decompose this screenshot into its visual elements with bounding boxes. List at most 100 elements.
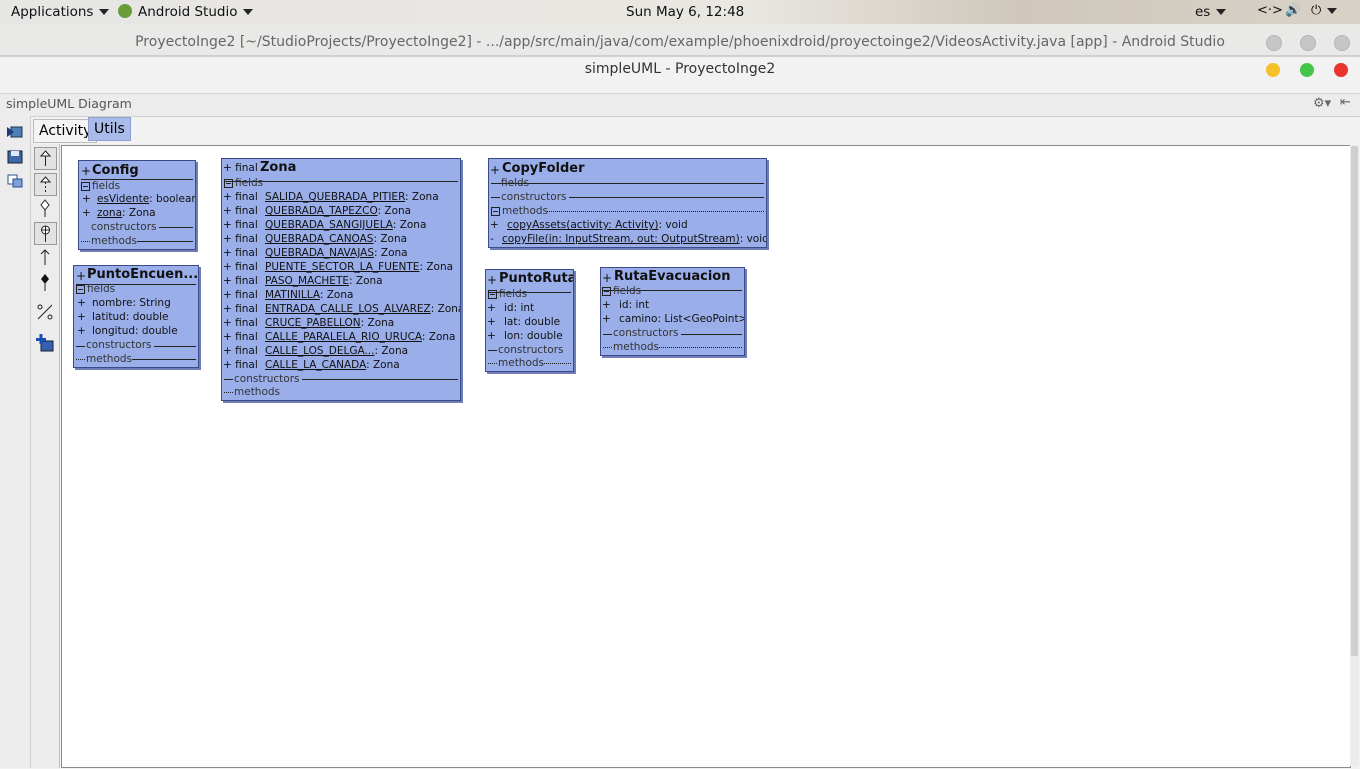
fields-label[interactable]: fields	[501, 177, 529, 189]
constructors-label[interactable]: constructors	[613, 327, 679, 339]
collapse-icon	[76, 284, 85, 294]
field-row[interactable]: zona: Zona	[97, 207, 156, 219]
field-row[interactable]: lat: double	[504, 316, 560, 328]
divider	[603, 334, 612, 335]
fields-section[interactable]: fields	[81, 180, 120, 192]
volume-icon[interactable]: 🔊	[1285, 3, 1301, 18]
divider	[224, 392, 233, 393]
field-row[interactable]: lon: double	[504, 330, 563, 342]
add-class-icon[interactable]	[35, 333, 55, 353]
as-maximize-button[interactable]	[1300, 35, 1316, 51]
methods-label[interactable]: methods	[613, 341, 659, 353]
constructors-label[interactable]: constructors	[501, 191, 567, 203]
class-copy-folder[interactable]: + CopyFolder fields constructors methods…	[488, 158, 767, 248]
field-visibility: +	[602, 299, 611, 311]
as-minimize-button[interactable]	[1266, 35, 1282, 51]
field-type: : Zona	[373, 233, 408, 245]
open-diagram-icon[interactable]	[7, 124, 23, 138]
class-zona[interactable]: + final Zona fields + final SALIDA_QUEBRA…	[221, 158, 461, 401]
network-icon[interactable]: <·>	[1257, 3, 1283, 18]
field-row[interactable]: PUENTE_SECTOR_LA_FUENTE: Zona	[265, 261, 453, 273]
aggregation-tool-icon[interactable]	[35, 198, 55, 218]
class-ruta-evacuacion[interactable]: + RutaEvacuacion fields + id: int + cami…	[600, 267, 745, 356]
field-row[interactable]: latitud: double	[92, 311, 169, 323]
clock[interactable]: Sun May 6, 12:48	[626, 4, 744, 20]
field-row[interactable]: +	[82, 207, 91, 219]
hide-panel-icon[interactable]: ⇤	[1340, 95, 1351, 110]
gear-icon[interactable]: ⚙▾	[1313, 96, 1331, 111]
field-row[interactable]: CALLE_PARALELA_RIO_URUCA: Zona	[265, 331, 456, 343]
methods-section[interactable]: methods	[491, 205, 548, 217]
field-row[interactable]: camino: List<GeoPoint>	[619, 313, 744, 325]
field-row[interactable]: QUEBRADA_SANGIJUELA: Zona	[265, 219, 426, 231]
fields-section[interactable]: fields	[76, 283, 115, 295]
chevron-down-icon	[1216, 9, 1227, 15]
field-type: : Zona	[366, 359, 400, 371]
inheritance-tool-icon[interactable]	[34, 147, 57, 170]
class-punto-encuentro[interactable]: + PuntoEncuen... fields + nombre: String…	[73, 265, 199, 368]
fields-label: fields	[235, 177, 264, 189]
implementation-tool-icon[interactable]	[34, 173, 57, 196]
save-diagram-icon[interactable]	[7, 149, 23, 164]
tab-utils[interactable]: Utils	[88, 117, 131, 141]
field-type: : Zona	[392, 219, 427, 231]
fields-section[interactable]: fields	[602, 285, 641, 297]
field-type: : Zona	[377, 205, 412, 217]
field-row[interactable]: ENTRADA_CALLE_LOS_ALVAREZ: Zona	[265, 303, 460, 315]
constructors-label[interactable]: constructors	[234, 373, 300, 385]
association-tool-icon[interactable]	[35, 247, 55, 267]
maximize-button[interactable]	[1300, 63, 1314, 77]
divider	[547, 211, 764, 212]
scrollbar-thumb[interactable]	[1351, 146, 1358, 656]
field-row[interactable]: CALLE_LA_CANADA: Zona	[265, 359, 400, 371]
field-visibility: + final	[223, 261, 258, 273]
chevron-down-icon	[1327, 7, 1338, 14]
class-config[interactable]: + Config fields + esVidente: boolean + z…	[78, 160, 196, 250]
dependency-tool-icon[interactable]	[35, 302, 55, 322]
field-row[interactable]: PASO_MACHETE: Zona	[265, 275, 383, 287]
constructors-label[interactable]: constructors	[91, 221, 157, 233]
applications-menu[interactable]: Applications	[11, 4, 110, 20]
field-name: CALLE_LA_CANADA	[265, 359, 367, 371]
field-row[interactable]: CALLE_LOS_DELGA...: Zona	[265, 345, 408, 357]
app-menu[interactable]: Android Studio	[118, 4, 254, 20]
applications-label: Applications	[11, 4, 94, 20]
field-row[interactable]: QUEBRADA_NAVAJAS: Zona	[265, 247, 408, 259]
keyboard-layout-label: es	[1195, 4, 1211, 20]
toolwindow-header	[0, 93, 1360, 117]
methods-label[interactable]: methods	[234, 386, 280, 398]
constructors-label[interactable]: constructors	[498, 344, 564, 356]
toolwindow-label: simpleUML Diagram	[6, 96, 132, 111]
power-menu[interactable]: ⏻	[1311, 3, 1338, 18]
field-row[interactable]: CRUCE_PABELLON: Zona	[265, 317, 394, 329]
methods-label[interactable]: methods	[498, 357, 544, 369]
field-row[interactable]: MATINILLA: Zona	[265, 289, 353, 301]
close-button[interactable]	[1334, 63, 1348, 77]
field-row[interactable]: +	[82, 193, 91, 205]
field-row[interactable]: QUEBRADA_CANOAS: Zona	[265, 233, 407, 245]
minimize-button[interactable]	[1266, 63, 1280, 77]
field-visibility: +	[77, 311, 86, 323]
constructors-label[interactable]: constructors	[86, 339, 152, 351]
keyboard-layout-menu[interactable]: es	[1195, 4, 1227, 20]
method-row[interactable]: copyFile(in: InputStream, out: OutputStr…	[502, 233, 766, 245]
field-row[interactable]: esVidente: boolean	[97, 193, 195, 205]
field-row[interactable]: nombre: String	[92, 297, 171, 309]
methods-label[interactable]: methods	[91, 235, 137, 247]
inner-class-tool-icon[interactable]	[34, 222, 57, 245]
field-row[interactable]: longitud: double	[92, 325, 178, 337]
fields-section[interactable]: fields	[224, 177, 263, 189]
field-type: : double	[520, 330, 563, 342]
field-row[interactable]: id: int	[504, 302, 534, 314]
export-diagram-icon[interactable]	[7, 173, 23, 188]
class-punto-ruta[interactable]: + PuntoRuta fields + id: int + lat: doub…	[485, 269, 574, 372]
fields-section[interactable]: fields	[488, 288, 527, 300]
field-row[interactable]: id: int	[619, 299, 649, 311]
method-row[interactable]: copyAssets(activity: Activity): void	[507, 219, 688, 231]
as-close-button[interactable]	[1334, 35, 1350, 51]
field-row[interactable]: SALIDA_QUEBRADA_PITIER: Zona	[265, 191, 439, 203]
methods-label[interactable]: methods	[86, 353, 132, 365]
composition-tool-icon[interactable]	[35, 272, 55, 292]
method-visibility: -	[490, 233, 494, 245]
field-row[interactable]: QUEBRADA_TAPEZCO: Zona	[265, 205, 411, 217]
